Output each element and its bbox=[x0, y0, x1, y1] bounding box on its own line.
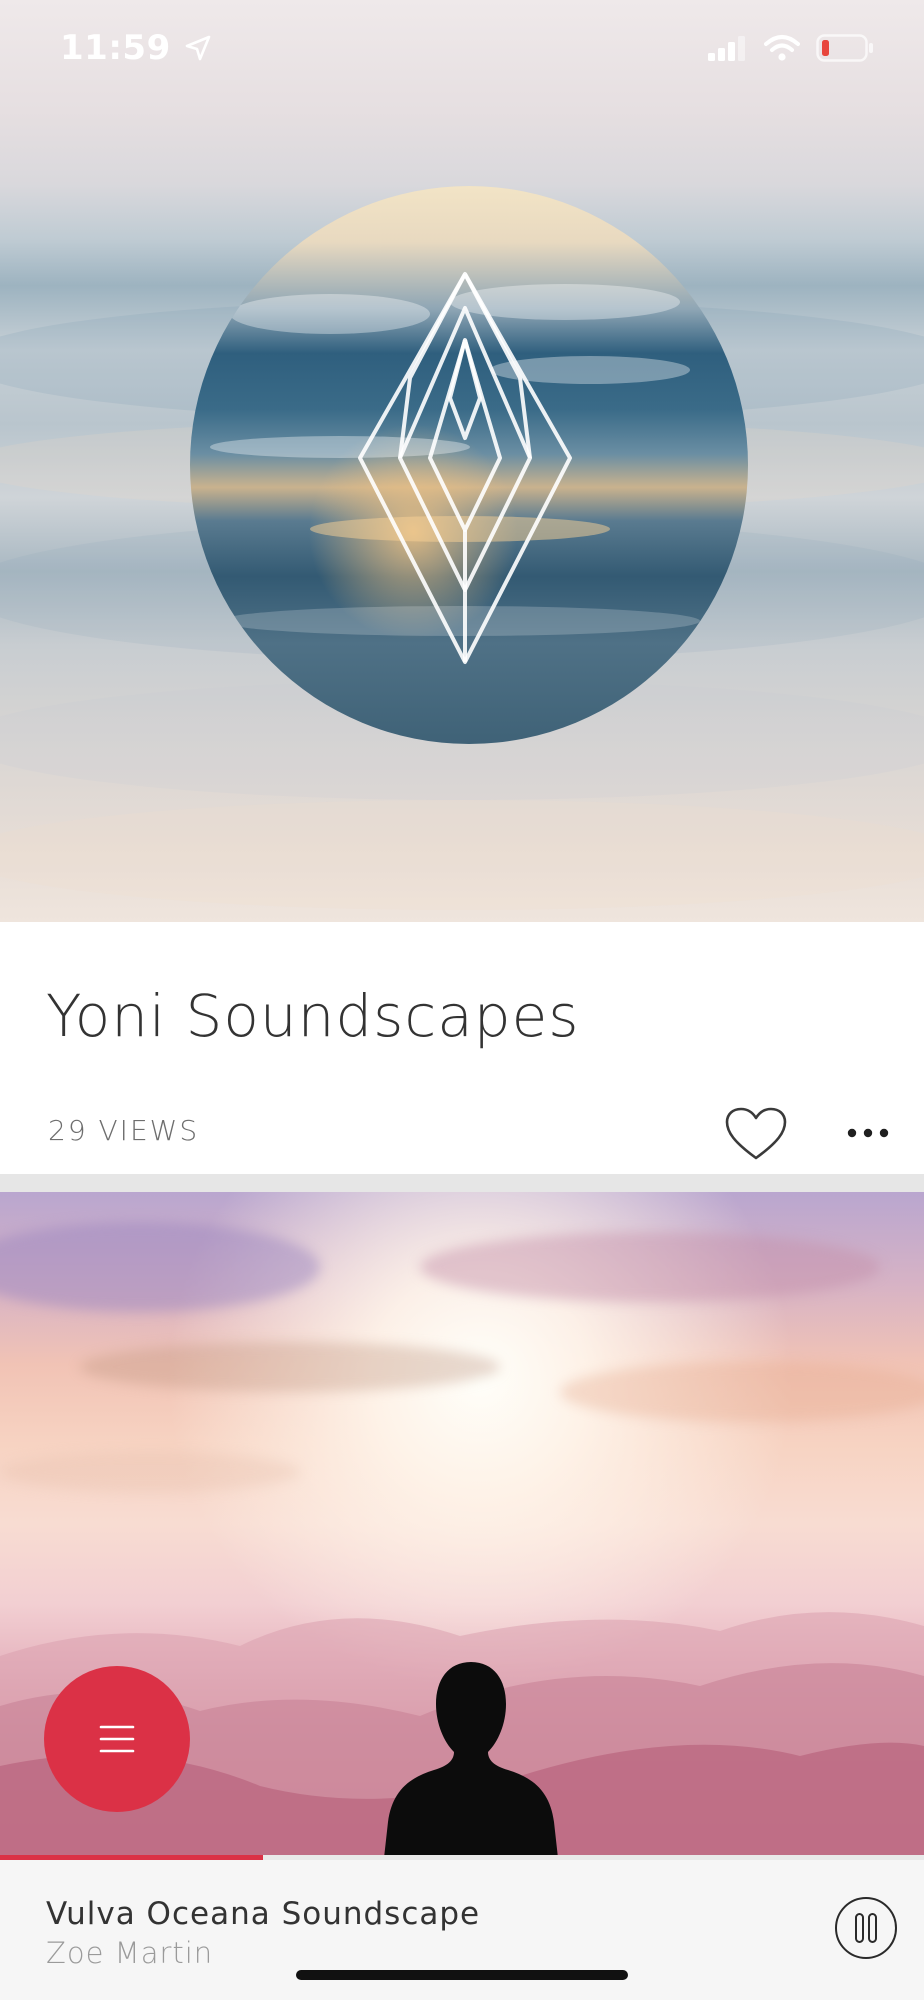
heart-outline-icon[interactable] bbox=[724, 1106, 788, 1162]
app-screen: 11:59 Yoni Soundscapes 29 VIEWS Vulva Oc… bbox=[0, 0, 924, 2000]
now-playing-artist: Zoe Martin bbox=[46, 1936, 214, 1970]
views-count: 29 VIEWS bbox=[48, 1114, 200, 1147]
meditating-person-silhouette bbox=[384, 1662, 558, 1858]
playback-progress[interactable] bbox=[0, 1855, 924, 1860]
status-bar: 11:59 bbox=[0, 0, 924, 100]
now-playing-title: Vulva Oceana Soundscape bbox=[46, 1896, 481, 1932]
card-divider bbox=[0, 1174, 924, 1192]
cellular-signal-icon bbox=[708, 36, 745, 61]
menu-button[interactable] bbox=[44, 1666, 190, 1812]
wifi-icon bbox=[764, 35, 800, 61]
track-title: Yoni Soundscapes bbox=[46, 982, 580, 1050]
home-indicator bbox=[296, 1970, 628, 1980]
playback-progress-fill bbox=[0, 1855, 264, 1860]
clock: 11:59 bbox=[60, 28, 171, 68]
hero-artwork[interactable] bbox=[0, 0, 924, 922]
hamburger-menu-icon bbox=[99, 1725, 135, 1753]
yoni-crystal-logo-icon bbox=[358, 272, 572, 664]
status-indicators bbox=[708, 34, 874, 62]
pause-circle-icon[interactable] bbox=[834, 1896, 898, 1960]
location-arrow-icon bbox=[185, 35, 211, 61]
battery-low-icon bbox=[816, 34, 873, 62]
track-info: Yoni Soundscapes 29 VIEWS bbox=[0, 922, 924, 1174]
status-time: 11:59 bbox=[60, 28, 213, 68]
more-horizontal-icon[interactable] bbox=[846, 1118, 890, 1148]
